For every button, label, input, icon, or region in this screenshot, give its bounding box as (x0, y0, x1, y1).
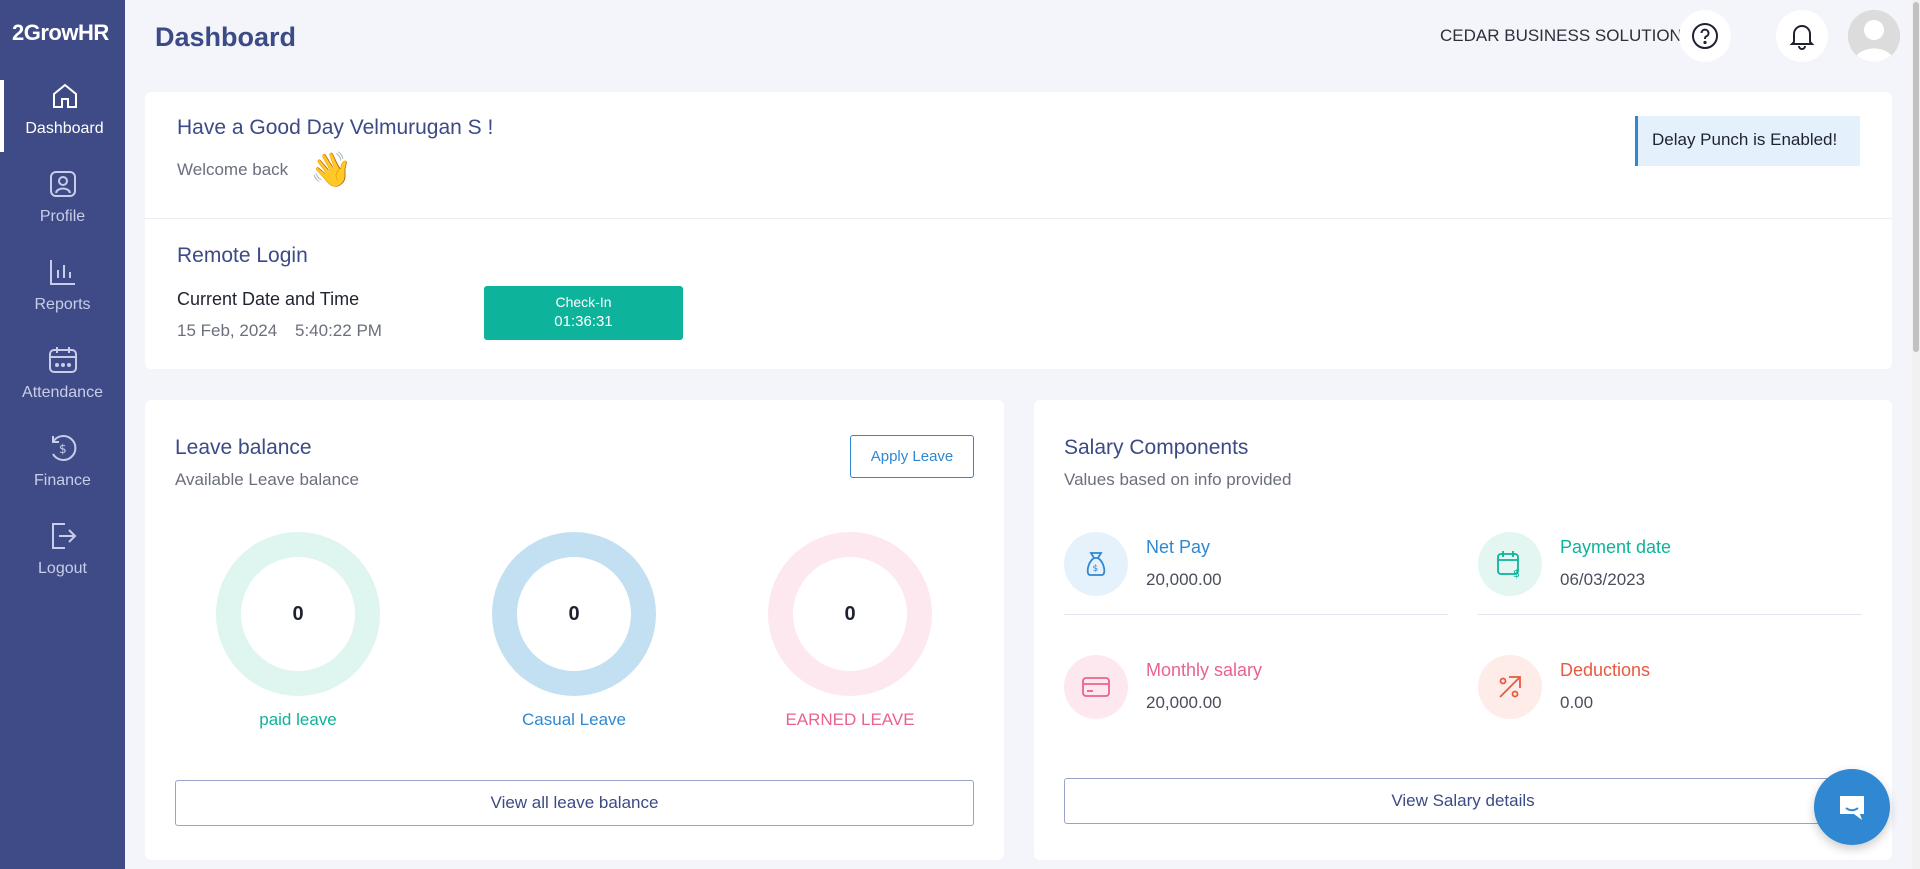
credit-card-icon (1082, 677, 1110, 697)
paid-leave-value: 0 (241, 557, 355, 671)
sidebar-item-label: Finance (34, 472, 91, 489)
company-selector[interactable]: CEDAR BUSINESS SOLUTION (1440, 26, 1708, 46)
earned-leave-label: EARNED LEAVE (785, 710, 915, 729)
apply-leave-button[interactable]: Apply Leave (850, 435, 974, 478)
monthly-salary-icon-wrap (1064, 655, 1128, 719)
sidebar-item-label: Reports (34, 296, 91, 313)
check-in-button[interactable]: Check-In 01:36:31 (484, 286, 683, 340)
scrollbar-thumb[interactable] (1913, 2, 1919, 352)
net-pay-label: Net Pay (1146, 537, 1211, 557)
salary-subtitle: Values based on info provided (1064, 470, 1292, 489)
casual-leave-label: Casual Leave (522, 710, 626, 729)
sidebar: 2GrowHR Dashboard Profile Reports Attend… (0, 0, 125, 869)
date-time-label: Current Date and Time (177, 289, 360, 309)
avatar[interactable] (1848, 10, 1900, 62)
sidebar-item-dashboard[interactable]: Dashboard (0, 80, 125, 152)
paid-leave-ring: 0 (216, 532, 380, 696)
casual-leave-ring: 0 (492, 532, 656, 696)
sidebar-item-reports[interactable]: Reports (0, 256, 125, 328)
profile-icon (49, 171, 76, 197)
divider (145, 218, 1892, 219)
payment-date-label: Payment date (1560, 537, 1672, 557)
leave-title: Leave balance (175, 436, 312, 459)
payment-date-icon-wrap: $ (1478, 532, 1542, 596)
salary-title: Salary Components (1064, 436, 1249, 459)
sidebar-item-attendance[interactable]: Attendance (0, 344, 125, 416)
sidebar-item-label: Dashboard (25, 120, 104, 137)
waving-hand-icon: 👋 (310, 151, 353, 189)
deductions-icon-wrap (1478, 655, 1542, 719)
divider (1064, 614, 1448, 615)
calendar-icon (48, 347, 77, 373)
casual-leave-value: 0 (517, 557, 631, 671)
sidebar-item-label: Logout (38, 560, 87, 577)
bar-chart-icon (49, 260, 75, 285)
earned-leave-ring: 0 (768, 532, 932, 696)
view-salary-details-button[interactable]: View Salary details (1064, 778, 1862, 824)
sidebar-item-logout[interactable]: Logout (0, 520, 125, 592)
net-pay-icon-wrap: $ (1064, 532, 1128, 596)
chat-icon (1840, 796, 1864, 820)
delay-punch-banner: Delay Punch is Enabled! (1635, 116, 1860, 166)
help-button[interactable] (1679, 10, 1731, 62)
divider (1478, 614, 1862, 615)
check-in-label: Check-In (555, 294, 612, 310)
logout-icon (51, 523, 76, 549)
notifications-button[interactable] (1776, 10, 1828, 62)
home-icon (52, 83, 77, 108)
remote-login-title: Remote Login (177, 244, 308, 267)
trend-arrow-icon (1499, 676, 1521, 698)
sidebar-item-finance[interactable]: $ Finance (0, 432, 125, 504)
svg-text:$: $ (59, 442, 67, 456)
check-in-timer: 01:36:31 (554, 313, 613, 330)
sidebar-item-profile[interactable]: Profile (0, 168, 125, 240)
sidebar-item-label: Profile (39, 208, 86, 225)
page-title: Dashboard (155, 22, 297, 52)
app-logo: 2GrowHR (12, 20, 109, 45)
finance-icon: $ (51, 435, 76, 461)
greeting: Have a Good Day Velmurugan S ! (177, 116, 494, 139)
paid-leave-label: paid leave (259, 710, 337, 729)
leave-balance-card: Leave balance Available Leave balance Ap… (145, 400, 1004, 860)
current-time: 5:40:22 PM (295, 321, 382, 340)
deductions-value: 0.00 (1560, 693, 1594, 712)
company-name: CEDAR BUSINESS SOLUTION (1440, 26, 1682, 45)
monthly-salary-label: Monthly salary (1146, 660, 1263, 680)
leave-subtitle: Available Leave balance (175, 470, 359, 489)
user-avatar-icon (1848, 10, 1900, 62)
payment-date-value: 06/03/2023 (1560, 570, 1646, 589)
svg-text:$: $ (1513, 567, 1520, 579)
welcome-subtext: Welcome back (177, 160, 289, 179)
money-bag-icon: $ (1086, 552, 1106, 576)
view-all-leave-button[interactable]: View all leave balance (175, 780, 974, 826)
sidebar-item-label: Attendance (22, 384, 103, 401)
chat-button[interactable] (1814, 769, 1890, 845)
salary-components-card: Salary Components Values based on info p… (1034, 400, 1892, 860)
net-pay-value: 20,000.00 (1146, 570, 1222, 589)
svg-text:$: $ (1093, 564, 1099, 574)
help-icon (1692, 23, 1718, 49)
bell-icon (1789, 25, 1815, 50)
deductions-label: Deductions (1560, 660, 1651, 680)
current-date: 15 Feb, 2024 (177, 321, 278, 340)
earned-leave-value: 0 (793, 557, 907, 671)
monthly-salary-value: 20,000.00 (1146, 693, 1222, 712)
welcome-card: Have a Good Day Velmurugan S ! Welcome b… (145, 92, 1892, 369)
calendar-dollar-icon: $ (1497, 551, 1520, 579)
